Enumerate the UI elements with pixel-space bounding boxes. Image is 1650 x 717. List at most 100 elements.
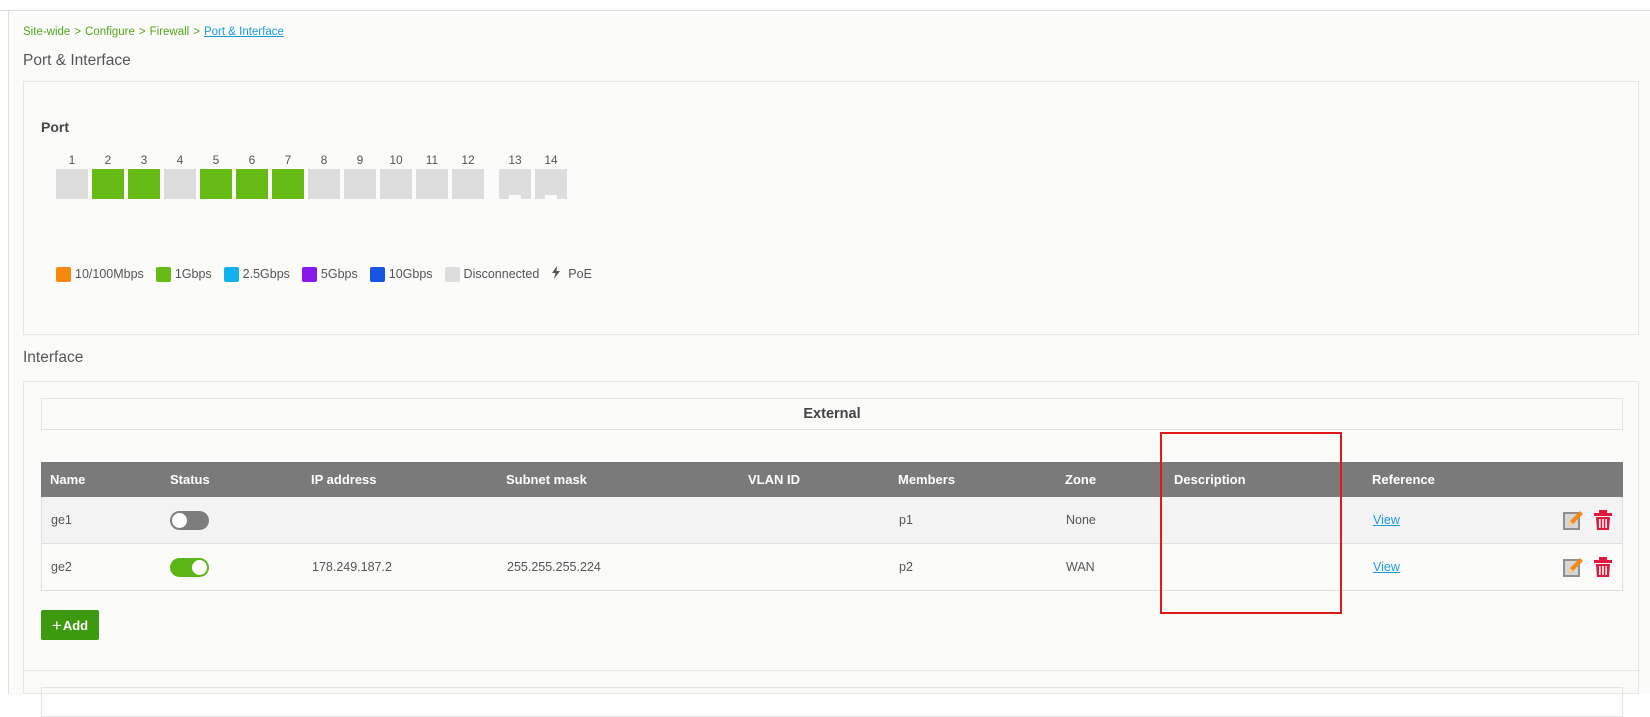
cell-ip-address: 178.249.187.2: [312, 560, 392, 574]
port-status-indicator[interactable]: [308, 169, 340, 199]
port-heading: Port: [41, 119, 69, 135]
legend-item: PoE: [551, 266, 592, 282]
port-panel: Port 1 2 3 4 5 6 7 8 9 10 11 12 13 14 10/100Mbps 1Gbps…: [23, 81, 1639, 335]
port-2[interactable]: 2: [92, 152, 124, 199]
legend-label: Disconnected: [463, 267, 540, 281]
legend-label: 10Gbps: [388, 267, 433, 281]
port-number: 13: [508, 153, 522, 167]
toggle-knob: [192, 560, 207, 575]
edit-icon[interactable]: [1562, 556, 1584, 578]
status-toggle[interactable]: [170, 558, 209, 577]
port-number: 6: [248, 153, 256, 167]
port-5[interactable]: 5: [200, 152, 232, 199]
column-subnet-mask[interactable]: Subnet mask: [506, 462, 587, 497]
legend-item: 2.5Gbps: [223, 266, 290, 282]
cell-subnet-mask: 255.255.255.224: [507, 560, 601, 574]
port-number: 14: [544, 153, 558, 167]
port-number: 8: [320, 153, 328, 167]
port-8[interactable]: 8: [308, 152, 340, 199]
column-members[interactable]: Members: [898, 462, 955, 497]
breadcrumb-separator: >: [138, 26, 146, 38]
port-1[interactable]: 1: [56, 152, 88, 199]
column-reference[interactable]: Reference: [1372, 462, 1435, 497]
port-status-indicator[interactable]: [92, 169, 124, 199]
port-status-indicator[interactable]: [128, 169, 160, 199]
add-interface-button[interactable]: + Add: [41, 610, 99, 640]
port-status-indicator[interactable]: [380, 169, 412, 199]
plus-icon: +: [51, 615, 62, 635]
port-status-indicator[interactable]: [272, 169, 304, 199]
breadcrumb-separator: >: [193, 26, 200, 38]
cell-members: p2: [899, 560, 913, 574]
port-status-indicator[interactable]: [535, 169, 567, 199]
column-zone[interactable]: Zone: [1065, 462, 1096, 497]
port-status-indicator[interactable]: [56, 169, 88, 199]
interface-title: Interface: [23, 349, 84, 366]
column-vlan-id[interactable]: VLAN ID: [748, 462, 800, 497]
top-bar: [0, 0, 1650, 11]
legend-item: 5Gbps: [301, 266, 358, 282]
port-6[interactable]: 6: [236, 152, 268, 199]
port-number: 4: [176, 153, 184, 167]
breadcrumb-firewall[interactable]: Firewall: [150, 26, 190, 38]
breadcrumb-site-wide[interactable]: Site-wide: [23, 26, 70, 38]
column-name[interactable]: Name: [50, 462, 85, 497]
port-13[interactable]: 13: [499, 152, 531, 199]
reference-view-link[interactable]: View: [1373, 560, 1400, 574]
port-legend: 10/100Mbps 1Gbps 2.5Gbps 5Gbps 10Gbps Disconn…: [56, 266, 604, 282]
legend-item: 10Gbps: [369, 266, 433, 282]
lightning-icon: [551, 266, 561, 282]
external-header: External: [41, 398, 1623, 430]
port-status-indicator[interactable]: [416, 169, 448, 199]
add-button-label: Add: [62, 617, 89, 633]
port-number: 11: [425, 153, 439, 167]
legend-label: 1Gbps: [174, 267, 212, 281]
port-status-indicator[interactable]: [452, 169, 484, 199]
port-status-indicator[interactable]: [200, 169, 232, 199]
status-toggle[interactable]: [170, 511, 209, 530]
breadcrumb: Site-wide > Configure > Firewall > Port & Inte…: [23, 26, 284, 38]
legend-item: Disconnected: [444, 266, 540, 282]
legend-swatch: [444, 266, 460, 282]
breadcrumb-current[interactable]: Port & Interface: [204, 26, 284, 38]
legend-item: 1Gbps: [155, 266, 212, 282]
legend-label: 5Gbps: [320, 267, 358, 281]
port-4[interactable]: 4: [164, 152, 196, 199]
port-12[interactable]: 12: [452, 152, 484, 199]
port-status-indicator[interactable]: [499, 169, 531, 199]
legend-item: 10/100Mbps: [56, 266, 144, 282]
cell-name: ge1: [51, 513, 72, 527]
port-14[interactable]: 14: [535, 152, 567, 199]
port-number: 3: [140, 153, 148, 167]
port-number: 9: [356, 153, 364, 167]
legend-label: 2.5Gbps: [242, 267, 290, 281]
legend-label: PoE: [568, 267, 592, 281]
port-10[interactable]: 10: [380, 152, 412, 199]
column-ip-address[interactable]: IP address: [311, 462, 377, 497]
port-status-indicator[interactable]: [164, 169, 196, 199]
interface-panel: External Name Status IP address Subnet m…: [23, 381, 1640, 717]
column-description[interactable]: Description: [1174, 462, 1246, 497]
section-divider: [24, 670, 1640, 671]
port-status-indicator[interactable]: [344, 169, 376, 199]
trash-icon[interactable]: [1592, 556, 1614, 578]
breadcrumb-configure[interactable]: Configure: [85, 26, 135, 38]
cell-zone: WAN: [1066, 560, 1095, 574]
port-3[interactable]: 3: [128, 152, 160, 199]
table-row[interactable]: ge2 178.249.187.2 255.255.255.224 p2 WAN…: [41, 544, 1623, 591]
legend-swatch: [155, 266, 171, 282]
table-row[interactable]: ge1 p1 None View: [41, 497, 1623, 544]
port-9[interactable]: 9: [344, 152, 376, 199]
edit-icon[interactable]: [1562, 509, 1584, 531]
reference-view-link[interactable]: View: [1373, 513, 1400, 527]
port-11[interactable]: 11: [416, 152, 448, 199]
port-status-indicator[interactable]: [236, 169, 268, 199]
legend-swatch: [223, 266, 239, 282]
legend-swatch: [301, 266, 317, 282]
port-number: 1: [68, 153, 76, 167]
cell-members: p1: [899, 513, 913, 527]
trash-icon[interactable]: [1592, 509, 1614, 531]
port-number: 5: [212, 153, 220, 167]
column-status[interactable]: Status: [170, 462, 210, 497]
port-7[interactable]: 7: [272, 152, 304, 199]
